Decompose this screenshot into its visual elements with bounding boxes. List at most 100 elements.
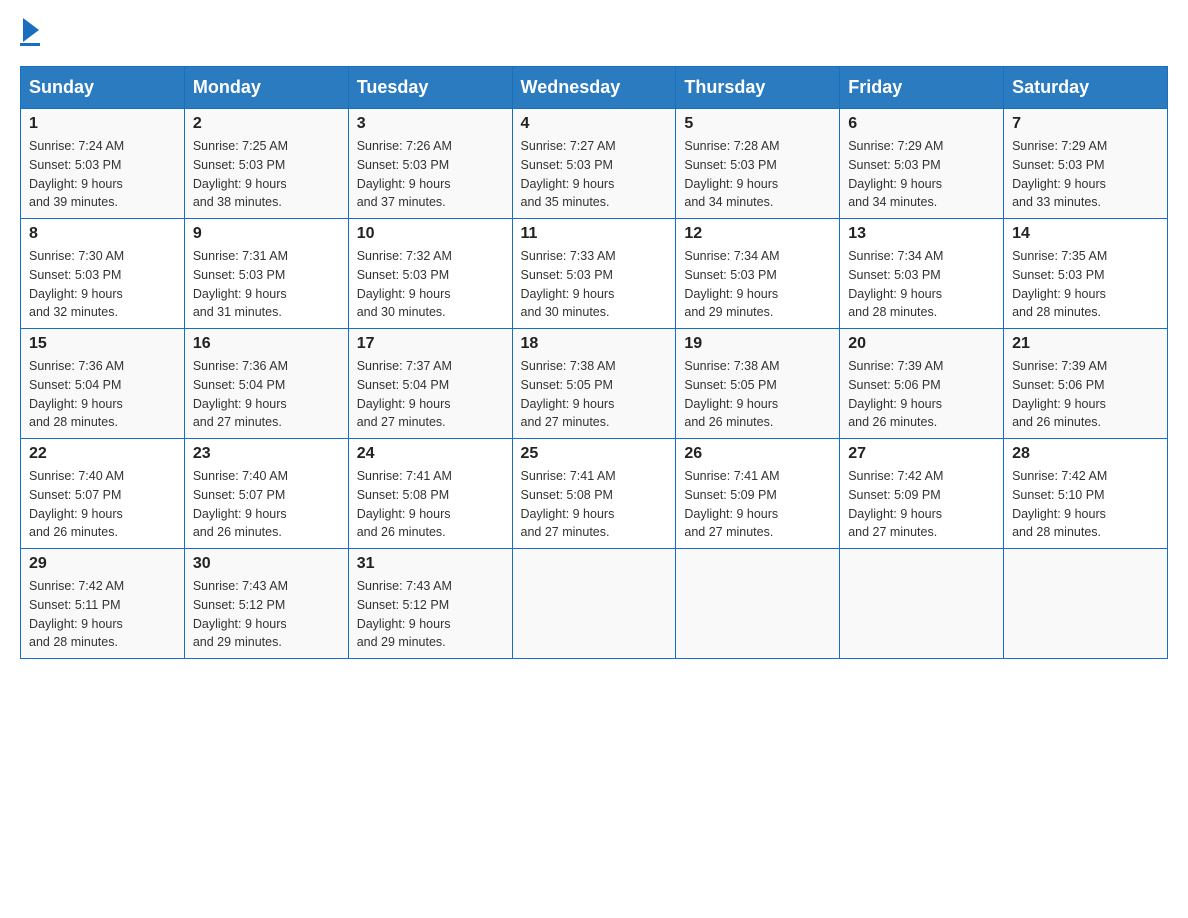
day-number: 24 [357, 445, 504, 463]
calendar-cell: 27 Sunrise: 7:42 AMSunset: 5:09 PMDaylig… [840, 439, 1004, 549]
week-row-3: 15 Sunrise: 7:36 AMSunset: 5:04 PMDaylig… [21, 329, 1168, 439]
calendar-cell: 6 Sunrise: 7:29 AMSunset: 5:03 PMDayligh… [840, 109, 1004, 219]
calendar-cell: 16 Sunrise: 7:36 AMSunset: 5:04 PMDaylig… [184, 329, 348, 439]
day-number: 20 [848, 335, 995, 353]
day-info: Sunrise: 7:37 AMSunset: 5:04 PMDaylight:… [357, 357, 504, 432]
calendar-cell: 11 Sunrise: 7:33 AMSunset: 5:03 PMDaylig… [512, 219, 676, 329]
header-saturday: Saturday [1004, 67, 1168, 109]
calendar-cell: 9 Sunrise: 7:31 AMSunset: 5:03 PMDayligh… [184, 219, 348, 329]
day-number: 29 [29, 555, 176, 573]
calendar-cell: 29 Sunrise: 7:42 AMSunset: 5:11 PMDaylig… [21, 549, 185, 659]
day-number: 4 [521, 115, 668, 133]
header-sunday: Sunday [21, 67, 185, 109]
day-info: Sunrise: 7:34 AMSunset: 5:03 PMDaylight:… [684, 247, 831, 322]
day-number: 28 [1012, 445, 1159, 463]
calendar-cell: 1 Sunrise: 7:24 AMSunset: 5:03 PMDayligh… [21, 109, 185, 219]
calendar-cell: 5 Sunrise: 7:28 AMSunset: 5:03 PMDayligh… [676, 109, 840, 219]
calendar-cell: 17 Sunrise: 7:37 AMSunset: 5:04 PMDaylig… [348, 329, 512, 439]
calendar-cell: 13 Sunrise: 7:34 AMSunset: 5:03 PMDaylig… [840, 219, 1004, 329]
day-number: 2 [193, 115, 340, 133]
day-number: 3 [357, 115, 504, 133]
day-info: Sunrise: 7:41 AMSunset: 5:08 PMDaylight:… [521, 467, 668, 542]
calendar-cell: 18 Sunrise: 7:38 AMSunset: 5:05 PMDaylig… [512, 329, 676, 439]
calendar-cell: 7 Sunrise: 7:29 AMSunset: 5:03 PMDayligh… [1004, 109, 1168, 219]
calendar-cell: 12 Sunrise: 7:34 AMSunset: 5:03 PMDaylig… [676, 219, 840, 329]
day-info: Sunrise: 7:39 AMSunset: 5:06 PMDaylight:… [1012, 357, 1159, 432]
day-number: 8 [29, 225, 176, 243]
day-info: Sunrise: 7:40 AMSunset: 5:07 PMDaylight:… [193, 467, 340, 542]
day-info: Sunrise: 7:30 AMSunset: 5:03 PMDaylight:… [29, 247, 176, 322]
week-row-1: 1 Sunrise: 7:24 AMSunset: 5:03 PMDayligh… [21, 109, 1168, 219]
day-number: 25 [521, 445, 668, 463]
day-number: 7 [1012, 115, 1159, 133]
logo-triangle-icon [23, 18, 39, 42]
day-number: 11 [521, 225, 668, 243]
header-monday: Monday [184, 67, 348, 109]
day-info: Sunrise: 7:25 AMSunset: 5:03 PMDaylight:… [193, 137, 340, 212]
calendar-cell: 14 Sunrise: 7:35 AMSunset: 5:03 PMDaylig… [1004, 219, 1168, 329]
day-info: Sunrise: 7:38 AMSunset: 5:05 PMDaylight:… [684, 357, 831, 432]
calendar-cell: 2 Sunrise: 7:25 AMSunset: 5:03 PMDayligh… [184, 109, 348, 219]
day-info: Sunrise: 7:27 AMSunset: 5:03 PMDaylight:… [521, 137, 668, 212]
day-info: Sunrise: 7:33 AMSunset: 5:03 PMDaylight:… [521, 247, 668, 322]
day-info: Sunrise: 7:29 AMSunset: 5:03 PMDaylight:… [1012, 137, 1159, 212]
day-info: Sunrise: 7:32 AMSunset: 5:03 PMDaylight:… [357, 247, 504, 322]
day-info: Sunrise: 7:24 AMSunset: 5:03 PMDaylight:… [29, 137, 176, 212]
header-friday: Friday [840, 67, 1004, 109]
logo [20, 22, 40, 46]
calendar-cell: 25 Sunrise: 7:41 AMSunset: 5:08 PMDaylig… [512, 439, 676, 549]
calendar-cell: 19 Sunrise: 7:38 AMSunset: 5:05 PMDaylig… [676, 329, 840, 439]
day-info: Sunrise: 7:40 AMSunset: 5:07 PMDaylight:… [29, 467, 176, 542]
calendar-cell [1004, 549, 1168, 659]
day-number: 13 [848, 225, 995, 243]
day-number: 18 [521, 335, 668, 353]
day-number: 15 [29, 335, 176, 353]
day-info: Sunrise: 7:41 AMSunset: 5:08 PMDaylight:… [357, 467, 504, 542]
calendar-cell [676, 549, 840, 659]
calendar-cell: 15 Sunrise: 7:36 AMSunset: 5:04 PMDaylig… [21, 329, 185, 439]
day-number: 30 [193, 555, 340, 573]
calendar-cell: 24 Sunrise: 7:41 AMSunset: 5:08 PMDaylig… [348, 439, 512, 549]
calendar-cell [512, 549, 676, 659]
calendar-cell: 10 Sunrise: 7:32 AMSunset: 5:03 PMDaylig… [348, 219, 512, 329]
calendar-cell: 28 Sunrise: 7:42 AMSunset: 5:10 PMDaylig… [1004, 439, 1168, 549]
logo-underline [20, 43, 40, 46]
calendar-cell: 23 Sunrise: 7:40 AMSunset: 5:07 PMDaylig… [184, 439, 348, 549]
calendar-cell: 30 Sunrise: 7:43 AMSunset: 5:12 PMDaylig… [184, 549, 348, 659]
day-info: Sunrise: 7:42 AMSunset: 5:10 PMDaylight:… [1012, 467, 1159, 542]
calendar-cell: 26 Sunrise: 7:41 AMSunset: 5:09 PMDaylig… [676, 439, 840, 549]
day-number: 5 [684, 115, 831, 133]
day-number: 26 [684, 445, 831, 463]
page-header [20, 20, 1168, 46]
calendar-cell: 22 Sunrise: 7:40 AMSunset: 5:07 PMDaylig… [21, 439, 185, 549]
day-info: Sunrise: 7:42 AMSunset: 5:11 PMDaylight:… [29, 577, 176, 652]
day-info: Sunrise: 7:28 AMSunset: 5:03 PMDaylight:… [684, 137, 831, 212]
week-row-5: 29 Sunrise: 7:42 AMSunset: 5:11 PMDaylig… [21, 549, 1168, 659]
day-info: Sunrise: 7:31 AMSunset: 5:03 PMDaylight:… [193, 247, 340, 322]
calendar-cell: 21 Sunrise: 7:39 AMSunset: 5:06 PMDaylig… [1004, 329, 1168, 439]
day-info: Sunrise: 7:26 AMSunset: 5:03 PMDaylight:… [357, 137, 504, 212]
day-number: 19 [684, 335, 831, 353]
day-number: 10 [357, 225, 504, 243]
day-info: Sunrise: 7:43 AMSunset: 5:12 PMDaylight:… [357, 577, 504, 652]
day-info: Sunrise: 7:34 AMSunset: 5:03 PMDaylight:… [848, 247, 995, 322]
day-number: 21 [1012, 335, 1159, 353]
header-wednesday: Wednesday [512, 67, 676, 109]
day-number: 14 [1012, 225, 1159, 243]
calendar-cell: 31 Sunrise: 7:43 AMSunset: 5:12 PMDaylig… [348, 549, 512, 659]
day-info: Sunrise: 7:35 AMSunset: 5:03 PMDaylight:… [1012, 247, 1159, 322]
calendar-cell: 4 Sunrise: 7:27 AMSunset: 5:03 PMDayligh… [512, 109, 676, 219]
calendar-cell [840, 549, 1004, 659]
day-number: 17 [357, 335, 504, 353]
day-info: Sunrise: 7:41 AMSunset: 5:09 PMDaylight:… [684, 467, 831, 542]
day-number: 6 [848, 115, 995, 133]
weekday-header-row: SundayMondayTuesdayWednesdayThursdayFrid… [21, 67, 1168, 109]
day-number: 23 [193, 445, 340, 463]
day-info: Sunrise: 7:29 AMSunset: 5:03 PMDaylight:… [848, 137, 995, 212]
calendar-table: SundayMondayTuesdayWednesdayThursdayFrid… [20, 66, 1168, 659]
day-info: Sunrise: 7:42 AMSunset: 5:09 PMDaylight:… [848, 467, 995, 542]
day-number: 31 [357, 555, 504, 573]
day-number: 22 [29, 445, 176, 463]
day-info: Sunrise: 7:43 AMSunset: 5:12 PMDaylight:… [193, 577, 340, 652]
calendar-cell: 20 Sunrise: 7:39 AMSunset: 5:06 PMDaylig… [840, 329, 1004, 439]
